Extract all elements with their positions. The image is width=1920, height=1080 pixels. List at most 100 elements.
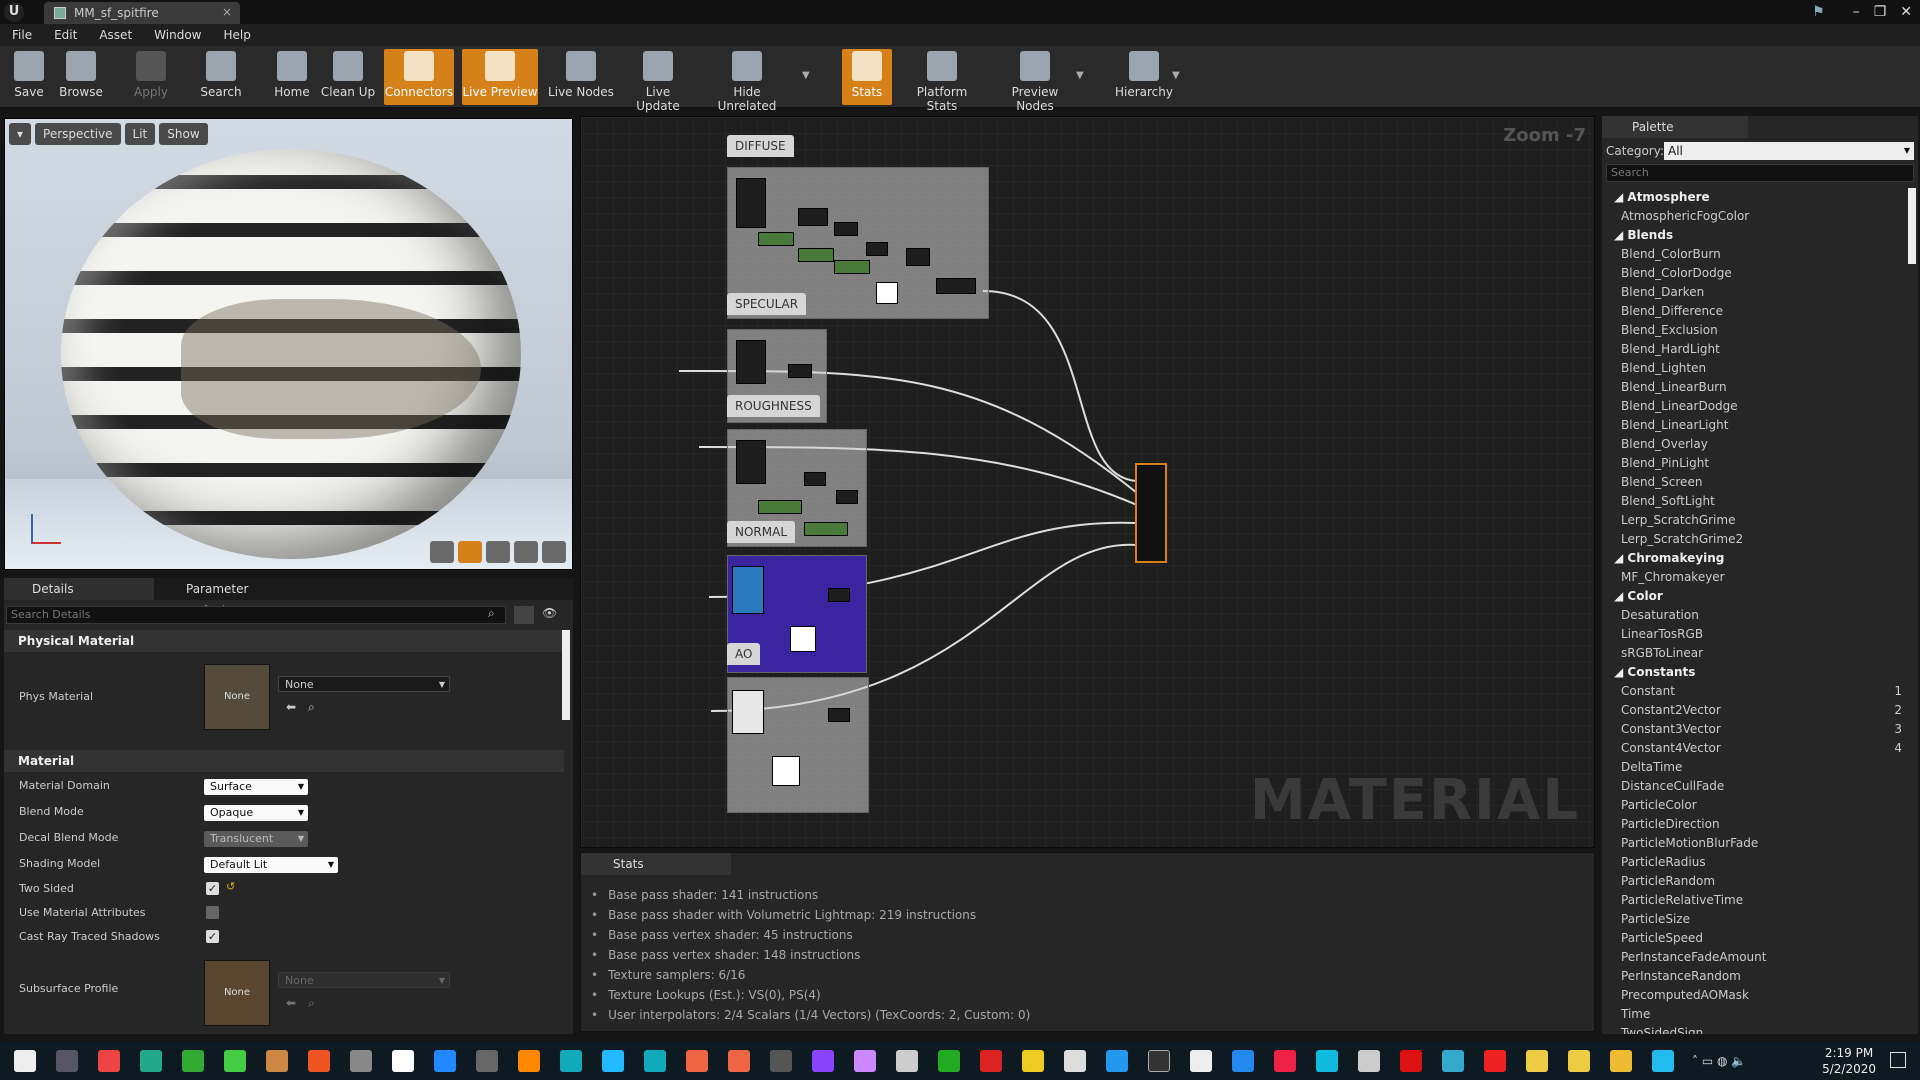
app-icon[interactable] (1106, 1050, 1128, 1072)
palette-item[interactable]: Constant3Vector 3 (1606, 720, 1906, 739)
acrobat-icon[interactable] (1400, 1050, 1422, 1072)
palette-item[interactable]: Blend_ColorBurn (1606, 245, 1906, 264)
palette-item[interactable]: PerInstanceRandom (1606, 967, 1906, 986)
clock[interactable]: 2:19 PM 5/2/2020 (1822, 1045, 1876, 1077)
details-scrollbar[interactable] (562, 630, 570, 720)
cylinder-mesh-button[interactable] (430, 541, 454, 563)
app-icon[interactable] (812, 1050, 834, 1072)
palette-item[interactable]: LinearTosRGB (1606, 625, 1906, 644)
palette-item[interactable]: Blend_LinearLight (1606, 416, 1906, 435)
browse-asset-icon[interactable]: ⌕ (308, 700, 315, 715)
palette-item[interactable]: DeltaTime (1606, 758, 1906, 777)
browse-button[interactable]: Browse (56, 49, 106, 105)
palette-item[interactable]: PerInstanceFadeAmount (1606, 948, 1906, 967)
ao-comment-box[interactable] (727, 677, 869, 813)
tab-parameter-defaults[interactable]: Parameter Defaults (158, 578, 298, 618)
diffuse-constant-node[interactable] (876, 282, 898, 304)
normal-constant-node[interactable] (790, 626, 816, 652)
subsurface-profile-thumbnail[interactable]: None (204, 960, 270, 1026)
normal-strength-node[interactable] (828, 588, 850, 602)
menu-file[interactable]: File (12, 28, 32, 42)
notifications-icon[interactable] (1890, 1052, 1906, 1068)
palette-item[interactable]: Blend_Difference (1606, 302, 1906, 321)
blend-mode-combo[interactable]: Opaque (204, 805, 308, 821)
palette-item[interactable]: DistanceCullFade (1606, 777, 1906, 796)
ao-constant-node[interactable] (772, 756, 800, 786)
close-window-icon[interactable]: ✕ (1900, 4, 1912, 20)
category-combo[interactable]: All (1664, 142, 1914, 160)
calculator-icon[interactable] (1358, 1050, 1380, 1072)
palette-item[interactable]: AtmosphericFogColor (1606, 207, 1906, 226)
diffuse-output-node[interactable] (936, 278, 976, 294)
palette-item[interactable]: ParticleRelativeTime (1606, 891, 1906, 910)
live-preview-button[interactable]: Live Preview (462, 49, 538, 105)
menu-edit[interactable]: Edit (54, 28, 77, 42)
menu-window[interactable]: Window (154, 28, 201, 42)
palette-item[interactable]: Desaturation (1606, 606, 1906, 625)
visibility-eye-icon[interactable]: 👁 (542, 606, 557, 620)
decal-blend-mode-combo[interactable]: Translucent (204, 831, 308, 847)
vlc-icon[interactable] (518, 1050, 540, 1072)
specular-comment-title[interactable]: SPECULAR (727, 293, 807, 315)
home-button[interactable]: Home (268, 49, 316, 105)
app-icon[interactable] (1484, 1050, 1506, 1072)
phys-material-thumbnail[interactable]: None (204, 664, 270, 730)
app-icon[interactable] (266, 1050, 288, 1072)
palette-item[interactable]: ParticleDirection (1606, 815, 1906, 834)
palette-item[interactable]: Time (1606, 1005, 1906, 1024)
preview-nodes-dropdown-icon[interactable]: ▼ (1076, 70, 1084, 81)
sphere-mesh-button[interactable] (458, 541, 482, 563)
app-icon[interactable] (1316, 1050, 1338, 1072)
palette-category[interactable]: ◢ Color (1606, 587, 1906, 606)
preview-nodes-button[interactable]: Preview Nodes (992, 49, 1078, 113)
app-icon[interactable] (1022, 1050, 1044, 1072)
cleanup-button[interactable]: Clean Up (320, 49, 376, 105)
use-material-attributes-checkbox[interactable] (206, 906, 219, 919)
preview-viewport[interactable]: ▾ Perspective Lit Show (4, 118, 573, 570)
live-nodes-button[interactable]: Live Nodes (548, 49, 614, 105)
app-icon[interactable] (560, 1050, 582, 1072)
unreal-taskbar-icon[interactable] (1190, 1050, 1212, 1072)
palette-search-input[interactable]: Search (1606, 164, 1914, 182)
details-search-input[interactable]: Search Details (6, 606, 506, 624)
search-button[interactable]: Search (196, 49, 246, 105)
palette-item[interactable]: ParticleSpeed (1606, 929, 1906, 948)
app-icon[interactable] (896, 1050, 918, 1072)
palette-item[interactable]: Blend_Overlay (1606, 435, 1906, 454)
app-icon[interactable] (476, 1050, 498, 1072)
windows-start-icon[interactable] (14, 1050, 36, 1072)
tab-details[interactable]: Details (4, 578, 154, 600)
hierarchy-dropdown-icon[interactable]: ▼ (1172, 70, 1180, 81)
tab-palette[interactable]: Palette (1602, 116, 1748, 138)
app-icon[interactable] (1274, 1050, 1296, 1072)
viewport-options-button[interactable]: ▾ (9, 123, 32, 145)
palette-item[interactable]: Blend_Lighten (1606, 359, 1906, 378)
palette-item[interactable]: PrecomputedAOMask (1606, 986, 1906, 1005)
minimize-icon[interactable]: – (1853, 4, 1860, 20)
diffuse-param-node-3[interactable] (834, 260, 870, 274)
material-output-node[interactable] (1135, 463, 1167, 563)
palette-item[interactable]: Constant2Vector 2 (1606, 701, 1906, 720)
diffuse-math-node-3[interactable] (866, 242, 888, 256)
palette-item[interactable]: Blend_Screen (1606, 473, 1906, 492)
app-icon[interactable] (602, 1050, 624, 1072)
save-button[interactable]: Save (8, 49, 50, 105)
material-domain-combo[interactable]: Surface (204, 779, 308, 795)
use-selected-arrow-icon[interactable]: ⬅ (286, 700, 296, 714)
normal-texture-node[interactable] (732, 566, 764, 614)
app-icon[interactable] (308, 1050, 330, 1072)
material-graph[interactable]: Zoom -7 MATERIAL DIFFUSE SPECULAR ROUGHN… (580, 116, 1595, 848)
palette-item[interactable]: Blend_ColorDodge (1606, 264, 1906, 283)
property-matrix-button[interactable] (514, 606, 534, 624)
palette-item[interactable]: Blend_SoftLight (1606, 492, 1906, 511)
document-tab[interactable]: MM_sf_spitfire × (44, 2, 240, 24)
normal-comment-title[interactable]: NORMAL (727, 521, 796, 543)
app-icon[interactable] (938, 1050, 960, 1072)
diffuse-comment-title[interactable]: DIFFUSE (727, 135, 794, 157)
app-icon[interactable] (224, 1050, 246, 1072)
lit-button[interactable]: Lit (124, 123, 156, 145)
palette-item[interactable]: sRGBToLinear (1606, 644, 1906, 663)
zoom-app-icon[interactable] (434, 1050, 456, 1072)
physical-material-section[interactable]: Physical Material (4, 630, 564, 652)
roughness-param-node-2[interactable] (804, 522, 848, 536)
